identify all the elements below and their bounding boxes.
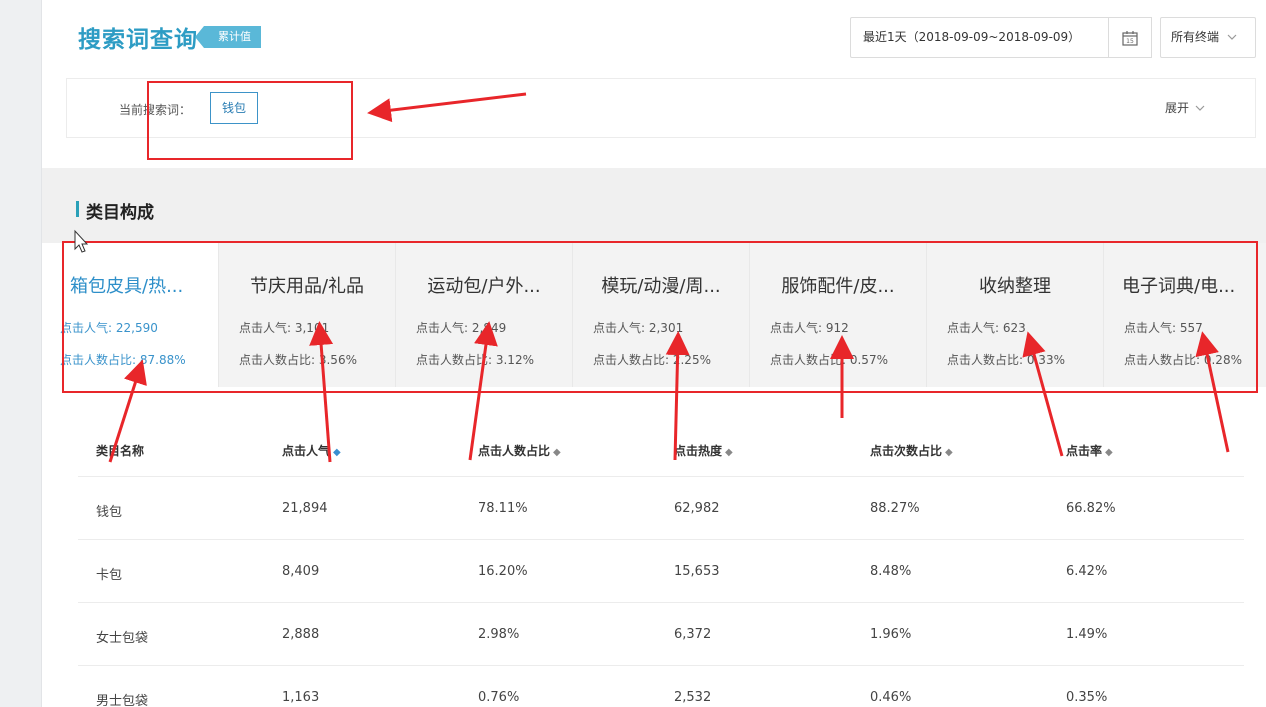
cell-click-heat: 2,532 <box>674 690 712 705</box>
column-header-click-user-share[interactable]: 点击人数占比 ◆ <box>478 442 561 459</box>
cell-click-user-share: 78.11% <box>478 501 528 516</box>
sort-icon[interactable]: ◆ <box>553 447 561 458</box>
table-row: 男士包袋 1,163 0.76% 2,532 0.46% 0.35% <box>78 665 1244 707</box>
table-row: 卡包 8,409 16.20% 15,653 8.48% 6.42% <box>78 539 1244 602</box>
cumulative-tag: 累计值 <box>195 26 261 48</box>
column-header-click-heat[interactable]: 点击热度 ◆ <box>674 442 733 459</box>
column-header-click-count-share[interactable]: 点击次数占比 ◆ <box>870 442 953 459</box>
cell-click-count-share: 8.48% <box>870 564 912 579</box>
cell-clicks: 21,894 <box>282 501 328 516</box>
cell-click-rate: 0.35% <box>1066 690 1108 705</box>
section-header: 类目构成 <box>42 168 1266 243</box>
cell-click-heat: 6,372 <box>674 627 712 642</box>
cell-clicks: 1,163 <box>282 690 320 705</box>
page-title: 搜索词查询 <box>78 27 198 53</box>
cell-click-heat: 15,653 <box>674 564 720 579</box>
terminal-label: 所有终端 <box>1171 30 1220 44</box>
chevron-down-icon <box>1227 34 1237 40</box>
annotation-box-keyword <box>147 81 353 160</box>
expand-label: 展开 <box>1165 101 1190 115</box>
column-header-clicks[interactable]: 点击人气 ◆ <box>282 442 341 459</box>
cell-click-user-share: 16.20% <box>478 564 528 579</box>
table-row: 钱包 21,894 78.11% 62,982 88.27% 66.82% <box>78 476 1244 539</box>
cell-clicks: 8,409 <box>282 564 320 579</box>
cell-click-user-share: 2.98% <box>478 627 520 642</box>
calendar-icon-glyph: 15 <box>1122 30 1138 46</box>
cell-category-name: 卡包 <box>96 568 123 583</box>
cell-click-heat: 62,982 <box>674 501 720 516</box>
column-header-category-name: 类目名称 <box>96 442 144 459</box>
chevron-down-icon <box>1195 105 1205 111</box>
column-header-click-rate[interactable]: 点击率 ◆ <box>1066 442 1113 459</box>
cell-click-count-share: 0.46% <box>870 690 912 705</box>
sort-icon[interactable]: ◆ <box>1105 447 1113 458</box>
cell-click-rate: 6.42% <box>1066 564 1108 579</box>
category-table: 类目名称 点击人气 ◆ 点击人数占比 ◆ 点击热度 ◆ 点击次数占比 ◆ 点击率 ◆ 钱包… <box>42 387 1266 707</box>
left-gutter <box>0 0 42 707</box>
date-range-selector[interactable]: 最近1天（2018-09-09~2018-09-09） <box>850 17 1150 58</box>
column-header-label: 点击人气 <box>282 444 331 458</box>
calendar-icon[interactable]: 15 <box>1108 17 1152 58</box>
sort-icon[interactable]: ◆ <box>725 447 733 458</box>
expand-toggle[interactable]: 展开 <box>1165 99 1205 116</box>
column-header-label: 点击率 <box>1066 444 1103 458</box>
column-header-label: 点击次数占比 <box>870 444 943 458</box>
cell-category-name: 男士包袋 <box>96 694 149 707</box>
cell-clicks: 2,888 <box>282 627 320 642</box>
svg-text:15: 15 <box>1126 38 1134 45</box>
column-header-label: 点击热度 <box>674 444 723 458</box>
terminal-selector[interactable]: 所有终端 <box>1160 17 1256 58</box>
cell-click-user-share: 0.76% <box>478 690 520 705</box>
annotation-box-categories <box>62 241 1258 393</box>
cell-click-rate: 66.82% <box>1066 501 1116 516</box>
table-row: 女士包袋 2,888 2.98% 6,372 1.96% 1.49% <box>78 602 1244 665</box>
cell-click-count-share: 88.27% <box>870 501 920 516</box>
cell-click-rate: 1.49% <box>1066 627 1108 642</box>
column-header-label: 点击人数占比 <box>478 444 551 458</box>
cell-category-name: 钱包 <box>96 505 123 520</box>
cell-category-name: 女士包袋 <box>96 631 149 646</box>
sort-icon[interactable]: ◆ <box>945 447 953 458</box>
cell-click-count-share: 1.96% <box>870 627 912 642</box>
sort-icon[interactable]: ◆ <box>333 447 341 458</box>
section-title: 类目构成 <box>76 198 154 223</box>
column-header-label: 类目名称 <box>96 444 145 458</box>
